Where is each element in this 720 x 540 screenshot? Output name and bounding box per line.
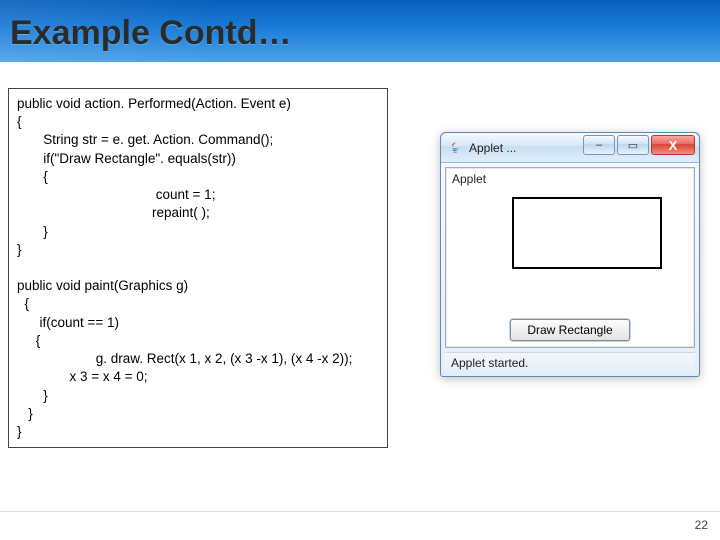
code-line: g. draw. Rect(x 1, x 2, (x 3 -x 1), (x 4… — [17, 351, 352, 366]
code-line: x 3 = x 4 = 0; — [17, 369, 148, 384]
java-icon — [447, 140, 463, 156]
footer-rule — [0, 511, 720, 512]
applet-window: Applet ... – ▭ X Applet Draw Rectangle A… — [440, 132, 700, 377]
code-line: } — [17, 242, 22, 257]
draw-rectangle-button[interactable]: Draw Rectangle — [510, 319, 629, 341]
code-line: public void paint(Graphics g) — [17, 278, 188, 293]
window-titlebar[interactable]: Applet ... – ▭ X — [441, 133, 699, 163]
code-line: public void action. Performed(Action. Ev… — [17, 96, 291, 111]
close-icon: X — [669, 138, 678, 153]
slide-title-bar: Example Contd… — [0, 0, 720, 62]
code-line: if("Draw Rectangle". equals(str)) — [17, 151, 236, 166]
code-line: } — [17, 424, 22, 439]
code-line: if(count == 1) — [17, 315, 119, 330]
code-line: } — [17, 224, 48, 239]
code-block: public void action. Performed(Action. Ev… — [8, 88, 388, 448]
code-line: repaint( ); — [17, 205, 210, 220]
page-number: 22 — [695, 518, 708, 532]
code-line: String str = e. get. Action. Command(); — [17, 132, 273, 147]
slide-title: Example Contd… — [10, 4, 710, 62]
close-button[interactable]: X — [651, 135, 695, 155]
maximize-button[interactable]: ▭ — [617, 135, 649, 155]
drawn-rectangle — [512, 197, 662, 269]
slide-body: public void action. Performed(Action. Ev… — [0, 62, 720, 540]
code-line: { — [17, 333, 40, 348]
code-line: } — [17, 406, 33, 421]
minimize-button[interactable]: – — [583, 135, 615, 155]
maximize-icon: ▭ — [628, 139, 638, 152]
code-line: { — [17, 169, 48, 184]
code-line: { — [17, 114, 22, 129]
applet-client-area: Applet Draw Rectangle — [445, 167, 695, 348]
code-line: { — [17, 296, 29, 311]
button-row: Draw Rectangle — [452, 319, 688, 341]
code-line: count = 1; — [17, 187, 215, 202]
window-buttons: – ▭ X — [583, 135, 695, 155]
applet-label: Applet — [452, 172, 688, 186]
minimize-icon: – — [596, 139, 602, 151]
status-bar: Applet started. — [445, 352, 695, 372]
code-line: } — [17, 388, 48, 403]
applet-canvas[interactable] — [452, 189, 688, 289]
